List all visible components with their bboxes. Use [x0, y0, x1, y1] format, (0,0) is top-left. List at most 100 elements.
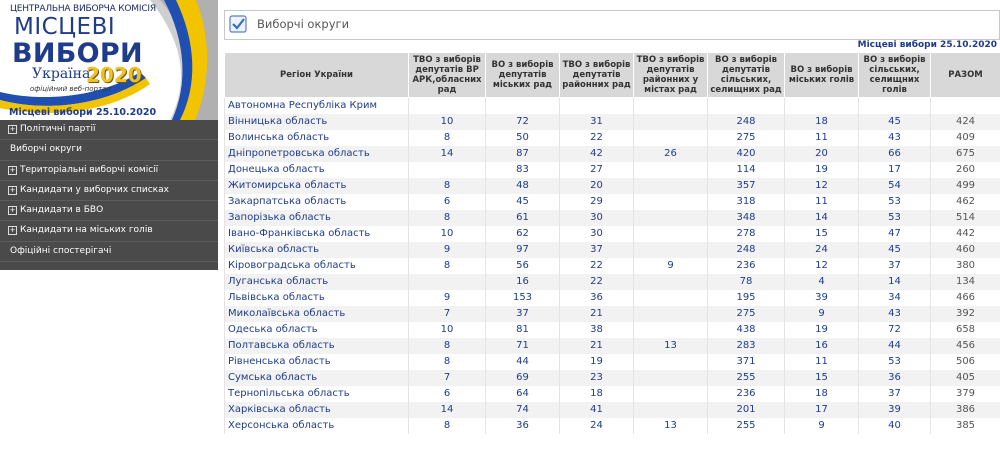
count-cell: 153	[485, 290, 560, 306]
region-link[interactable]: Дніпропетровська область	[224, 146, 409, 162]
count-cell	[633, 226, 708, 242]
menu-item-label: Кандидати у виборчих списках	[20, 184, 169, 195]
count-cell: 43	[858, 130, 931, 146]
region-link[interactable]: Львівська область	[224, 290, 409, 306]
count-cell	[633, 354, 708, 370]
expand-plus-icon[interactable]: +	[8, 226, 17, 236]
table-row: Волинська область 8 50 22 275 11 43 409	[224, 130, 1000, 146]
total-cell	[930, 97, 1000, 114]
cvk-label: ЦЕНТРАЛЬНА ВИБОРЧА КОМІСІЯ	[10, 4, 156, 14]
menu-item-observers[interactable]: Офіційні спостерігачі	[0, 242, 218, 263]
count-cell: 9	[408, 242, 486, 258]
expand-plus-icon[interactable]: +	[8, 206, 17, 216]
region-link[interactable]: Сумська область	[224, 370, 409, 386]
count-cell: 64	[485, 386, 560, 402]
count-cell: 45	[485, 194, 560, 210]
region-link[interactable]: Тернопільська область	[224, 386, 409, 402]
count-cell: 275	[707, 306, 785, 322]
count-cell: 8	[408, 258, 486, 274]
region-link[interactable]: Харківська область	[224, 402, 409, 418]
count-cell: 61	[485, 210, 560, 226]
count-cell: 318	[707, 194, 785, 210]
count-cell: 248	[707, 242, 785, 258]
region-link[interactable]: Закарпатська область	[224, 194, 409, 210]
count-cell: 53	[858, 210, 931, 226]
count-cell: 78	[707, 274, 785, 290]
region-link[interactable]: Полтавська область	[224, 338, 409, 354]
count-cell: 6	[408, 386, 486, 402]
region-link[interactable]: Херсонська область	[224, 418, 409, 434]
column-header: ТВО з виборів депутатів районних у міста…	[633, 52, 708, 98]
count-cell: 17	[858, 162, 931, 178]
site-logo[interactable]: ЦЕНТРАЛЬНА ВИБОРЧА КОМІСІЯ МІСЦЕВІ ВИБОР…	[0, 0, 218, 120]
menu-item-mayor-candidates[interactable]: + Кандидати на міських голів	[0, 221, 218, 242]
region-link[interactable]: Рівненська область	[224, 354, 409, 370]
region-link[interactable]: Вінницька область	[224, 114, 409, 130]
count-cell: 19	[784, 162, 859, 178]
total-cell: 134	[930, 274, 1000, 290]
total-cell: 506	[930, 354, 1000, 370]
table-header-row: Регіон України ТВО з виборів депутатів ВР…	[224, 52, 1000, 98]
count-cell: 39	[784, 290, 859, 306]
menu-item-label: Територіальні виборчі комісії	[20, 164, 159, 175]
count-cell: 21	[559, 306, 634, 322]
checkbox-icon	[229, 15, 247, 33]
region-link[interactable]: Запорізька область	[224, 210, 409, 226]
table-row: Вінницька область 10 72 31 248 18 45 424	[224, 114, 1000, 130]
region-link[interactable]: Івано-Франківська область	[224, 226, 409, 242]
count-cell: 40	[858, 418, 931, 434]
expand-plus-icon[interactable]: +	[8, 165, 17, 175]
expand-plus-icon[interactable]: +	[8, 125, 17, 134]
total-cell: 424	[930, 114, 1000, 130]
count-cell: 43	[858, 306, 931, 322]
total-cell: 460	[930, 242, 1000, 258]
column-header: ВО з виборів міських голів	[784, 52, 859, 98]
total-cell: 260	[930, 162, 1000, 178]
region-link[interactable]: Одеська область	[224, 322, 409, 338]
election-date-link[interactable]: Місцеві вибори 25.10.2020	[9, 107, 156, 118]
count-cell: 30	[559, 226, 634, 242]
region-link[interactable]: Київська область	[224, 242, 409, 258]
count-cell: 38	[559, 322, 634, 338]
column-header: ТВО з виборів депутатів ВР АРК,обласних …	[408, 52, 486, 98]
table-row: Херсонська область 8 36 24 13 255 9 40 385	[224, 418, 1000, 434]
count-cell	[633, 162, 708, 178]
count-cell	[485, 97, 560, 114]
count-cell: 18	[784, 114, 859, 130]
count-cell	[633, 178, 708, 194]
count-cell	[633, 97, 708, 114]
region-link[interactable]: Донецька область	[224, 162, 409, 178]
menu-item-candidates-lists[interactable]: + Кандидати у виборчих списках	[0, 181, 218, 202]
menu-item-candidates-bvo[interactable]: + Кандидати в БВО	[0, 201, 218, 222]
total-cell: 409	[930, 130, 1000, 146]
expand-plus-icon[interactable]: +	[8, 185, 17, 195]
count-cell: 36	[858, 370, 931, 386]
count-cell: 39	[858, 402, 931, 418]
count-cell: 14	[858, 274, 931, 290]
count-cell: 16	[784, 338, 859, 354]
region-link[interactable]: Житомирська область	[224, 178, 409, 194]
region-link[interactable]: Луганська область	[224, 274, 409, 290]
table-row: Луганська область 16 22 78 4 14 134	[224, 274, 1000, 290]
count-cell	[633, 386, 708, 402]
count-cell	[408, 162, 486, 178]
menu-item-label: Офіційні спостерігачі	[10, 245, 112, 256]
region-link[interactable]: Миколаївська область	[224, 306, 409, 322]
menu-item-parties[interactable]: + Політичні партії	[0, 120, 218, 141]
count-cell: 26	[633, 146, 708, 162]
logo-country: Україна	[32, 66, 91, 82]
count-cell: 6	[408, 194, 486, 210]
count-cell: 8	[408, 354, 486, 370]
logo-portal-label: офіційний веб-портал	[30, 85, 111, 93]
count-cell: 31	[559, 114, 634, 130]
total-cell: 379	[930, 386, 1000, 402]
region-link[interactable]: Кіровоградська область	[224, 258, 409, 274]
menu-item-districts[interactable]: Виборчі округи	[0, 140, 218, 161]
region-link[interactable]: Волинська область	[224, 130, 409, 146]
table-row: Закарпатська область 6 45 29 318 11 53 462	[224, 194, 1000, 210]
count-cell: 278	[707, 226, 785, 242]
total-cell: 405	[930, 370, 1000, 386]
count-cell	[707, 97, 785, 114]
region-link[interactable]: Автономна Республіка Крим	[224, 97, 409, 114]
menu-item-commissions[interactable]: + Територіальні виборчі комісії	[0, 161, 218, 181]
